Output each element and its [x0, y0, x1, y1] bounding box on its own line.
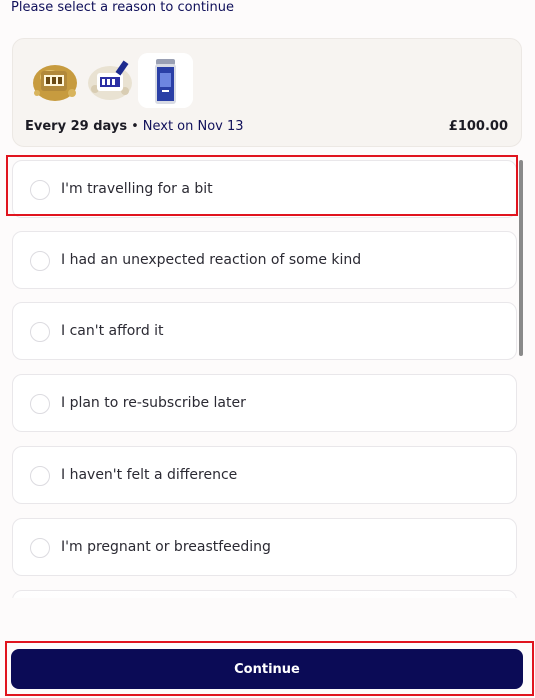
reason-label: I plan to re-subscribe later	[61, 395, 246, 411]
schedule-text: Every 29 days • Next on Nov 13	[25, 118, 244, 136]
separator-dot: •	[131, 119, 139, 134]
reason-label: I'm travelling for a bit	[61, 181, 213, 197]
product-pouch-gold-icon	[28, 53, 83, 108]
reason-label: I can't afford it	[61, 323, 164, 339]
radio-button[interactable]	[30, 180, 50, 200]
subscription-price: £100.00	[448, 119, 508, 134]
reason-option[interactable]: I'm travelling for a bit	[12, 160, 517, 218]
reason-option[interactable]: I plan to re-subscribe later	[12, 374, 517, 432]
radio-button[interactable]	[30, 394, 50, 414]
radio-button[interactable]	[30, 466, 50, 486]
reason-label: I'm pregnant or breastfeeding	[61, 539, 271, 555]
reason-option[interactable]: I can't afford it	[12, 302, 517, 360]
reason-option[interactable]: I'm pregnant or breastfeeding	[12, 518, 517, 576]
product-bottle-blue-icon	[138, 53, 193, 108]
cancel-reason-page: Please select a reason to continue Every…	[0, 0, 535, 698]
reason-option[interactable]: I haven't felt a difference	[12, 446, 517, 504]
radio-button[interactable]	[30, 322, 50, 342]
next-delivery-label: Next on Nov 13	[142, 119, 244, 134]
frequency-label: Every 29 days	[25, 119, 128, 134]
reason-option[interactable]: I had an unexpected reaction of some kin…	[12, 231, 517, 289]
reason-list[interactable]: I'm travelling for a bit I had an unexpe…	[0, 158, 535, 598]
prompt-text: Please select a reason to continue	[11, 0, 235, 15]
reason-label: I had an unexpected reaction of some kin…	[61, 252, 362, 268]
product-pouch-white-icon	[83, 53, 138, 108]
continue-button[interactable]: Continue	[11, 649, 523, 689]
subscription-card: Every 29 days • Next on Nov 13 £100.00	[12, 38, 522, 147]
scrollbar[interactable]	[519, 160, 523, 356]
reason-label: I haven't felt a difference	[61, 467, 238, 483]
list-fade-overlay	[0, 590, 535, 640]
radio-button[interactable]	[30, 251, 50, 271]
radio-button[interactable]	[30, 538, 50, 558]
